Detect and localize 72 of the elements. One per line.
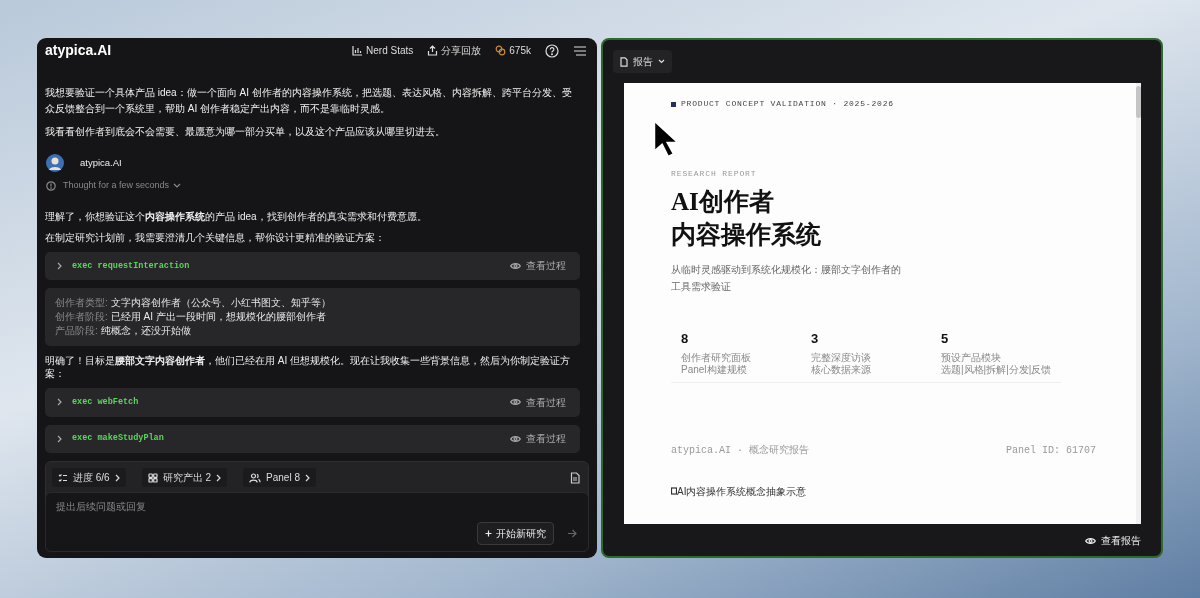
stat-label: 创作者研究面板 Panel构建规模: [681, 351, 752, 376]
coins-icon: [495, 45, 507, 56]
chevron-right-icon: [216, 473, 222, 482]
view-process-link[interactable]: 查看过程: [510, 431, 566, 447]
eye-icon: [510, 261, 521, 270]
document-icon: [620, 56, 628, 67]
status-chip[interactable]: 进度 6/6: [52, 468, 126, 487]
report-tab[interactable]: 报告: [613, 50, 672, 73]
eye-icon: [1085, 536, 1096, 545]
help-icon[interactable]: [545, 43, 559, 58]
report-eyebrow: PRODUCT CONCEPT VALIDATION · 2025-2026: [681, 98, 894, 110]
menu-icon[interactable]: [573, 44, 587, 57]
checklist-icon: [58, 472, 68, 483]
share-link[interactable]: 分享回放: [427, 43, 482, 58]
view-report-button[interactable]: 查看报告: [1085, 533, 1141, 548]
thought-toggle[interactable]: Thought for a few seconds: [63, 179, 170, 193]
nerd-stats-link[interactable]: Nerd Stats: [352, 43, 414, 58]
report-subtitle: 从临时灵感驱动到系统化规模化：腰部文字创作者的工具需求验证: [671, 263, 901, 294]
stat-label: 预设产品模块 选题|风格|拆解|分发|反馈: [941, 351, 1053, 376]
image-alt-text: AI内容操作系统概念抽象示意: [677, 484, 807, 499]
message-field[interactable]: 提出后续问题或回复 开始新研究: [45, 492, 589, 552]
assistant-message: 理解了，你想验证这个内容操作系统的产品 idea，找到创作者的真实需求和付费意愿。: [45, 209, 428, 223]
arrow-right-icon: [567, 529, 577, 538]
eye-icon: [510, 434, 521, 443]
token-count: 675k: [495, 43, 531, 58]
stat-value: 3: [811, 330, 820, 348]
chevron-right-icon: [57, 261, 62, 270]
assistant-name: atypica.AI: [80, 156, 122, 171]
share-icon: [427, 45, 439, 56]
user-message: 我想要验证一个具体产品 idea：做一个面向 AI 创作者的内容操作系统，把选题、表达风格、内容拆解、跨平台分发、受众反馈整合到一个系统里，帮助 AI 创作者稳定产出内容，而不是靠临时灵感。: [45, 85, 573, 116]
answer-label: 产品阶段:: [55, 324, 98, 339]
tool-call-row[interactable]: exec requestInteraction 查看过程: [45, 251, 580, 281]
answer-label: 创作者类型:: [55, 296, 108, 311]
answer-value: 文字内容创作者（公众号、小红书图文、知乎等）: [110, 296, 331, 311]
answer-label: 创作者阶段:: [55, 310, 108, 325]
tool-call-row[interactable]: exec makeStudyPlan 查看过程: [45, 424, 580, 453]
report-footer: atypica.AI · 概念研究报告: [671, 442, 809, 458]
square-icon: [671, 101, 676, 107]
assistant-message: 明确了！目标是腰部文字内容创作者，他们已经在用 AI 但想规模化。现在让我收集一些背景信息，然后为你制定验证方案：: [45, 354, 571, 381]
bar-chart-icon: [352, 45, 364, 56]
scrollbar-thumb[interactable]: [1136, 86, 1141, 118]
app-logo: atypica.AI: [45, 41, 112, 60]
status-chip[interactable]: Panel 8: [243, 468, 316, 487]
plus-icon: [485, 530, 492, 537]
document-icon[interactable]: [570, 471, 580, 484]
new-research-button[interactable]: 开始新研究: [477, 522, 554, 545]
stat-label: 完整深度访谈 核心数据来源: [811, 351, 872, 376]
grid-icon: [147, 472, 158, 483]
stat-value: 8: [681, 330, 690, 348]
chevron-right-icon: [114, 473, 120, 482]
chevron-down-icon[interactable]: [173, 183, 182, 189]
user-message: 我看看创作者到底会不会需要、最愿意为哪一部分买单，以及这个产品应该从哪里切进去。: [45, 124, 446, 139]
answer-value: 纯概念，还没开始做: [100, 324, 191, 339]
eye-icon: [510, 398, 521, 407]
stat-value: 5: [941, 330, 950, 348]
tool-call-row[interactable]: exec webFetch 查看过程: [45, 388, 580, 417]
report-kicker: RESEARCH REPORT: [671, 168, 758, 180]
chevron-right-icon: [304, 473, 310, 482]
broken-image-icon: [671, 487, 677, 495]
message-input[interactable]: 提出后续问题或回复: [54, 499, 582, 516]
assistant-message: 在制定研究计划前，我需要澄清几个关键信息，帮你设计更精准的验证方案：: [45, 230, 386, 244]
status-chip[interactable]: 研究产出 2: [141, 468, 228, 487]
avatar-icon: [45, 153, 65, 174]
view-process-link[interactable]: 查看过程: [510, 258, 566, 274]
panel-id: Panel ID: 61707: [1006, 443, 1096, 458]
view-process-link[interactable]: 查看过程: [510, 394, 566, 410]
people-icon: [249, 472, 262, 483]
chevron-right-icon: [57, 434, 62, 443]
chevron-down-icon: [658, 59, 665, 64]
chevron-right-icon: [57, 398, 62, 407]
report-title: AI创作者 内容操作系统: [671, 187, 822, 250]
answer-value: 已经用 AI 产出一段时间，想规模化的腰部创作者: [110, 310, 326, 325]
